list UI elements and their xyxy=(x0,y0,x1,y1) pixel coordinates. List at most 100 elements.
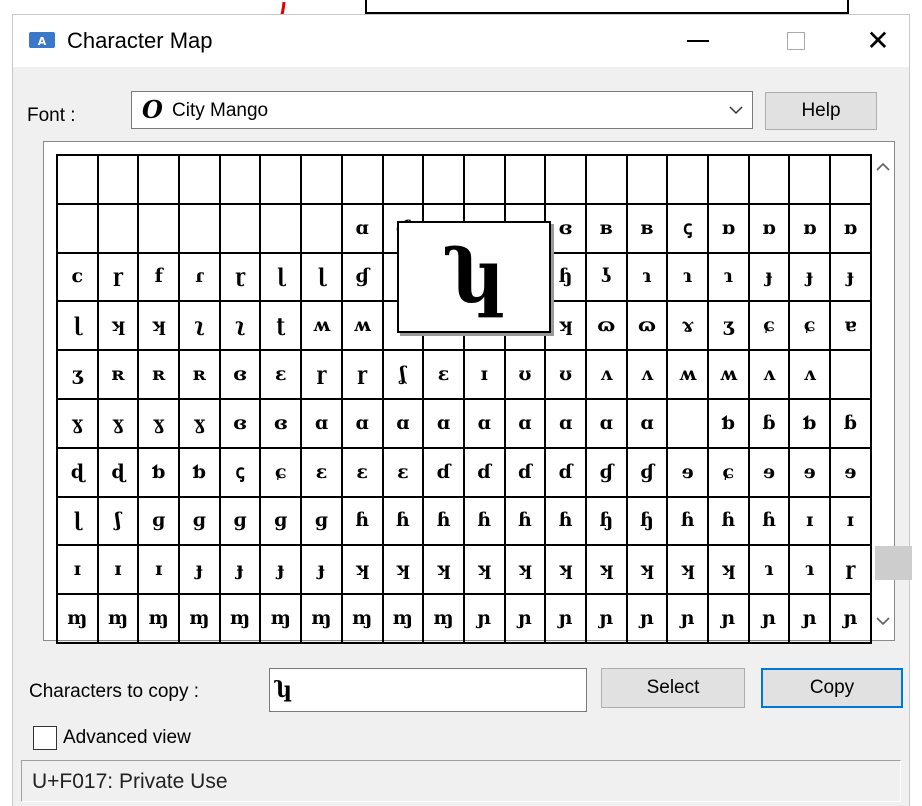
character-cell[interactable]: ɦ xyxy=(383,497,425,547)
character-cell[interactable]: ɦ xyxy=(342,497,384,547)
character-cell[interactable]: ɱ xyxy=(139,595,181,644)
character-cell[interactable] xyxy=(58,204,99,254)
character-cell[interactable]: ɦ xyxy=(424,497,465,547)
character-cell[interactable]: ɭ xyxy=(58,497,99,547)
character-cell[interactable]: ɕ xyxy=(261,448,303,498)
character-cell[interactable]: ɘ xyxy=(831,448,872,498)
advanced-view-checkbox[interactable] xyxy=(33,726,57,750)
character-cell[interactable]: ʞ xyxy=(627,546,669,596)
character-cell[interactable] xyxy=(383,156,425,205)
character-cell[interactable]: ʞ xyxy=(709,546,750,596)
character-cell[interactable]: ɼ xyxy=(342,351,384,400)
character-cell[interactable]: ɓ xyxy=(831,399,872,449)
character-cell[interactable]: ɪ xyxy=(464,351,506,400)
character-cell[interactable]: ʞ xyxy=(546,546,587,596)
character-cell[interactable]: ƅ xyxy=(180,448,221,498)
character-cell[interactable]: ʀ xyxy=(98,351,140,400)
character-cell[interactable]: ɠ xyxy=(586,448,628,498)
character-cell[interactable] xyxy=(139,156,181,205)
minimize-button[interactable] xyxy=(675,23,721,59)
character-cell[interactable]: ɖ xyxy=(58,448,99,498)
character-cell[interactable]: ɕ xyxy=(790,302,832,352)
character-cell[interactable]: ɲ xyxy=(627,595,669,644)
character-cell[interactable] xyxy=(98,204,140,254)
character-cell[interactable]: ɿ xyxy=(749,546,791,596)
character-cell[interactable]: ʅ xyxy=(180,302,221,352)
character-cell[interactable]: ɦ xyxy=(709,497,750,547)
character-cell[interactable]: ɼ xyxy=(831,546,872,596)
character-cell[interactable]: ꞔ xyxy=(668,204,709,254)
character-cell[interactable]: ɭ xyxy=(261,253,303,303)
character-cell[interactable] xyxy=(668,156,709,205)
chevron-up-icon[interactable] xyxy=(874,158,892,176)
chevron-down-icon[interactable] xyxy=(874,612,892,630)
character-cell[interactable]: ʃ xyxy=(98,497,140,547)
character-cell[interactable]: ʞ xyxy=(546,302,587,352)
character-cell[interactable]: c xyxy=(58,253,99,303)
character-cell[interactable]: ɗ xyxy=(424,448,465,498)
characters-to-copy-input[interactable]: ʮ xyxy=(269,668,587,712)
character-cell[interactable] xyxy=(261,204,303,254)
character-cell[interactable]: ɕ xyxy=(749,302,791,352)
character-cell[interactable] xyxy=(342,156,384,205)
character-cell[interactable]: ɣ xyxy=(58,399,99,449)
character-cell[interactable]: ɟ xyxy=(180,546,221,596)
character-cell[interactable]: ɼ xyxy=(98,253,140,303)
character-cell[interactable]: ʊ xyxy=(546,351,587,400)
character-cell[interactable]: ɣ xyxy=(180,399,221,449)
character-cell[interactable] xyxy=(709,156,750,205)
character-cell[interactable] xyxy=(505,156,547,205)
character-cell[interactable]: ʌ xyxy=(749,351,791,400)
character-cell[interactable] xyxy=(261,156,303,205)
character-cell[interactable]: ɲ xyxy=(668,595,709,644)
character-cell[interactable]: ɖ xyxy=(98,448,140,498)
character-cell[interactable]: ʞ xyxy=(383,546,425,596)
character-cell[interactable]: ɭ xyxy=(58,302,99,352)
character-cell[interactable]: ɟ xyxy=(302,546,343,596)
character-cell[interactable]: ʍ xyxy=(342,302,384,352)
character-cell[interactable]: ɦ xyxy=(546,497,587,547)
character-cell[interactable]: ɛ xyxy=(342,448,384,498)
copy-button[interactable]: Copy xyxy=(761,668,903,708)
character-cell[interactable]: ɑ xyxy=(627,399,669,449)
character-cell[interactable]: ʈ xyxy=(261,302,303,352)
character-cell[interactable]: ɑ xyxy=(302,399,343,449)
character-cell[interactable]: ɲ xyxy=(546,595,587,644)
character-cell[interactable]: ɦ xyxy=(749,497,791,547)
help-button[interactable]: Help xyxy=(765,92,877,130)
character-cell[interactable]: ɧ xyxy=(627,497,669,547)
character-cell[interactable]: ɒ xyxy=(790,204,832,254)
character-cell[interactable]: ɒ xyxy=(749,204,791,254)
character-cell[interactable]: ɲ xyxy=(790,595,832,644)
character-cell[interactable]: ʖ xyxy=(586,253,628,303)
character-cell[interactable]: ʍ xyxy=(668,351,709,400)
character-cell[interactable]: ʞ xyxy=(464,546,506,596)
character-cell[interactable]: ɱ xyxy=(342,595,384,644)
character-cell[interactable]: ƅ xyxy=(709,399,750,449)
character-cell[interactable]: ɒ xyxy=(709,204,750,254)
character-cell[interactable]: ɦ xyxy=(668,497,709,547)
character-cell[interactable] xyxy=(831,351,872,400)
character-cell[interactable]: ɟ xyxy=(831,253,872,303)
character-cell[interactable] xyxy=(302,156,343,205)
character-cell[interactable]: ƅ xyxy=(139,448,181,498)
close-button[interactable]: ✕ xyxy=(855,23,901,59)
character-cell[interactable]: ʞ xyxy=(342,546,384,596)
character-cell[interactable]: ʞ xyxy=(424,546,465,596)
character-cell[interactable]: ʙ xyxy=(586,204,628,254)
character-cell[interactable]: ɛ xyxy=(302,448,343,498)
character-cell[interactable]: ɲ xyxy=(749,595,791,644)
character-cell[interactable]: ɑ xyxy=(505,399,547,449)
character-cell[interactable]: ɱ xyxy=(383,595,425,644)
character-cell[interactable]: ɑ xyxy=(546,399,587,449)
character-cell[interactable]: ɕ xyxy=(709,448,750,498)
character-cell[interactable] xyxy=(180,204,221,254)
character-cell[interactable]: ʌ xyxy=(627,351,669,400)
character-cell[interactable]: ʌ xyxy=(586,351,628,400)
advanced-view-label[interactable]: Advanced view xyxy=(63,727,191,749)
character-cell[interactable]: ɡ xyxy=(302,497,343,547)
character-cell[interactable]: ʒ xyxy=(709,302,750,352)
character-cell[interactable] xyxy=(220,156,262,205)
select-button[interactable]: Select xyxy=(601,668,745,708)
character-cell[interactable]: ɦ xyxy=(505,497,547,547)
